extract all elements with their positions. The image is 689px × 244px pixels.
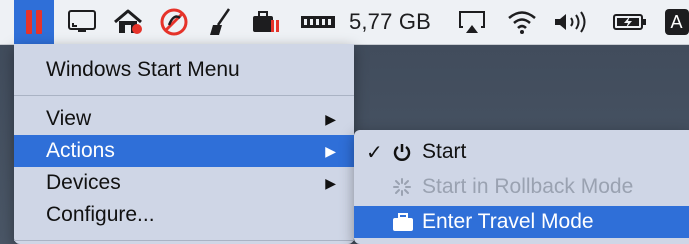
submenu-item-label: Enter Travel Mode xyxy=(422,210,594,233)
submenu-arrow-icon: ▶ xyxy=(325,174,336,191)
menu-item-label: Actions xyxy=(46,139,115,162)
home-alert-icon[interactable] xyxy=(108,0,148,44)
wifi-icon[interactable] xyxy=(500,0,544,44)
submenu-item-start[interactable]: ✓ Start xyxy=(354,136,689,168)
memory-icon xyxy=(296,0,340,44)
submenu-item-enter-travel-mode[interactable]: Enter Travel Mode xyxy=(354,206,689,238)
menu-item-actions[interactable]: Actions ▶ xyxy=(14,135,354,167)
input-source-icon[interactable]: A xyxy=(664,0,689,44)
menu-item-label: View xyxy=(46,107,92,130)
airplay-icon[interactable] xyxy=(452,0,492,44)
menu-item-label: Devices xyxy=(46,171,121,194)
menu-item-configure[interactable]: Configure... xyxy=(14,199,354,231)
menu-item-label: Windows Start Menu xyxy=(46,58,240,81)
parallels-app-icon[interactable] xyxy=(14,0,54,44)
submenu-item-label: Start in Rollback Mode xyxy=(422,175,634,198)
disk-free-text: 5,77 GB xyxy=(348,9,432,34)
briefcase-app-icon[interactable] xyxy=(246,0,286,44)
power-icon xyxy=(392,142,412,168)
menu-item-windows-start-menu[interactable]: Windows Start Menu xyxy=(14,54,354,86)
menu-item-devices[interactable]: Devices ▶ xyxy=(14,167,354,199)
submenu-arrow-icon: ▶ xyxy=(325,142,336,159)
disk-free-readout[interactable]: 5,77 GB xyxy=(340,0,440,44)
menu-item-label: Configure... xyxy=(46,203,155,226)
menu-item-view[interactable]: View ▶ xyxy=(14,103,354,135)
submenu-item-start-rollback: Start in Rollback Mode xyxy=(354,171,689,203)
spinner-icon xyxy=(392,177,412,203)
menu-separator xyxy=(14,240,354,241)
suitcase-icon xyxy=(392,212,414,238)
screen-icon[interactable] xyxy=(62,0,102,44)
submenu-item-label: Start xyxy=(422,140,467,163)
input-source-label: A xyxy=(664,9,689,35)
menu-bar: 5,77 GB A xyxy=(0,0,689,45)
no-entry-icon[interactable] xyxy=(154,0,194,44)
parallels-dropdown-menu: Windows Start Menu View ▶ Actions ▶ Devi… xyxy=(14,44,354,244)
menu-separator xyxy=(14,95,354,96)
broom-icon[interactable] xyxy=(200,0,240,44)
checkmark-icon: ✓ xyxy=(366,141,383,164)
battery-charging-icon[interactable] xyxy=(608,0,652,44)
volume-icon[interactable] xyxy=(548,0,596,44)
submenu-arrow-icon: ▶ xyxy=(325,110,336,127)
actions-submenu: ✓ Start Start in Rollback Mode Enter Tra… xyxy=(354,130,689,244)
